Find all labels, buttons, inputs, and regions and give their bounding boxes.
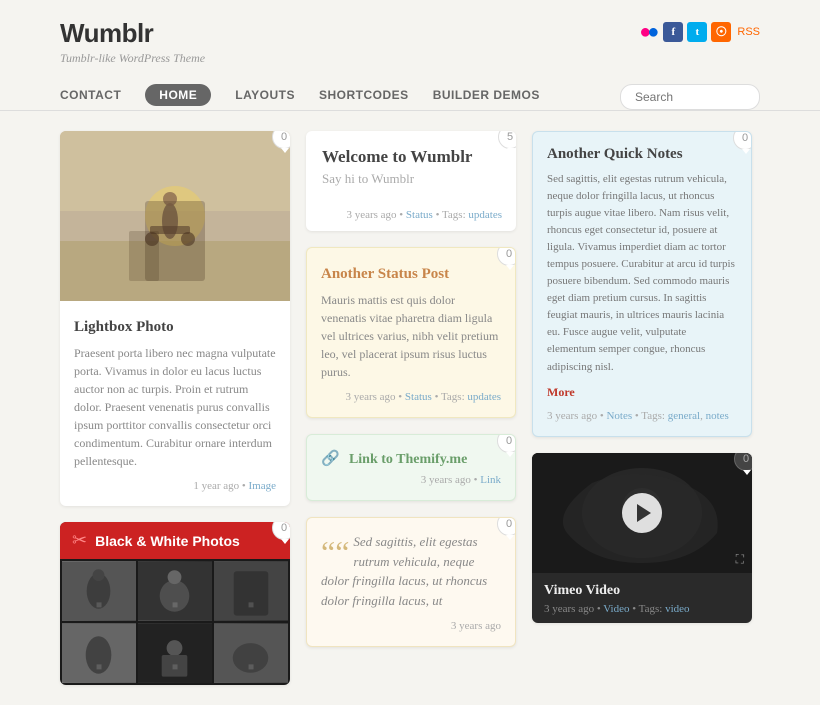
link-title-row: 🔗 Link to Themify.me	[321, 449, 501, 468]
play-triangle-icon	[637, 504, 651, 522]
notes-text: Sed sagittis, elit egestas rutrum vehicu…	[547, 171, 737, 376]
bw-thumb-5[interactable]	[138, 623, 212, 683]
welcome-updates-tag[interactable]: updates	[468, 209, 502, 221]
video-card: 0 ⛶ Vimeo Video 3 years ago • Video • Ta…	[532, 453, 752, 623]
nav-item-home[interactable]: HOME	[145, 84, 211, 106]
video-title: Vimeo Video	[532, 573, 752, 603]
link-content: 🔗 Link to Themify.me 3 years ago • Link	[307, 435, 515, 500]
quote-card: 0 ““ Sed sagittis, elit egestas rutrum v…	[306, 517, 516, 647]
nav-item-shortcodes[interactable]: SHORTCODES	[319, 84, 409, 110]
welcome-status-tag[interactable]: Status	[406, 209, 433, 221]
welcome-meta: 3 years ago • Status • Tags: updates	[346, 209, 502, 221]
notes-tag[interactable]: Notes	[606, 410, 632, 422]
column-2: 5 Welcome to Wumblr Say hi to Wumblr 3 y…	[306, 131, 516, 685]
facebook-icon[interactable]: f	[663, 22, 683, 42]
bw-thumb-2[interactable]	[138, 561, 212, 621]
quote-content: ““ Sed sagittis, elit egestas rutrum veh…	[307, 518, 515, 646]
video-video-tag[interactable]: video	[665, 603, 689, 615]
bw-thumb-3[interactable]	[214, 561, 288, 621]
expand-icon: ⛶	[736, 552, 744, 567]
notes-title: Another Quick Notes	[547, 146, 737, 163]
bw-photos-card: 0 ✂ Black & White Photos	[60, 522, 290, 685]
rss-label[interactable]: RSS	[737, 26, 760, 38]
twitter-icon[interactable]: t	[687, 22, 707, 42]
bw-thumb-1[interactable]	[62, 561, 136, 621]
lightbox-meta: 1 year ago • Image	[74, 480, 276, 492]
notes-general-tag[interactable]: general	[668, 410, 700, 422]
nav-item-layouts[interactable]: LAYOUTS	[235, 84, 295, 110]
social-icons-bar: ●● f t ☉ RSS	[639, 22, 760, 42]
lightbox-title: Lightbox Photo	[74, 319, 276, 336]
video-thumbnail[interactable]: ⛶	[532, 453, 752, 573]
quote-meta: 3 years ago	[321, 620, 501, 632]
header: Wumblr Tumblr-like WordPress Theme ●● f …	[0, 0, 820, 111]
link-title[interactable]: Link to Themify.me	[349, 452, 467, 467]
status-meta: 3 years ago • Status • Tags: updates	[321, 391, 501, 403]
site-tagline: Tumblr-like WordPress Theme	[60, 51, 205, 66]
welcome-card: 5 Welcome to Wumblr Say hi to Wumblr 3 y…	[306, 131, 516, 231]
site-title: Wumblr	[60, 18, 205, 49]
lightbox-photo	[60, 131, 290, 301]
status-content: Another Status Post Mauris mattis est qu…	[307, 248, 515, 417]
welcome-subtitle: Say hi to Wumblr	[322, 171, 500, 187]
notes-card: 0 Another Quick Notes Sed sagittis, elit…	[532, 131, 752, 437]
link-tag[interactable]: Link	[480, 474, 501, 486]
quote-mark-icon: ““	[321, 536, 349, 568]
notes-meta: 3 years ago • Notes • Tags: general, not…	[547, 410, 737, 422]
welcome-title: Welcome to Wumblr	[322, 147, 500, 167]
lightbox-content: Lightbox Photo Praesent porta libero nec…	[60, 301, 290, 506]
main-content: 0	[0, 111, 820, 705]
nav-item-builder-demos[interactable]: BUILDER DEMOS	[433, 84, 540, 110]
flickr-icon[interactable]: ●●	[639, 22, 659, 42]
status-updates-tag[interactable]: updates	[467, 391, 501, 403]
link-meta: 3 years ago • Link	[321, 474, 501, 486]
notes-content: Another Quick Notes Sed sagittis, elit e…	[533, 132, 751, 436]
link-chain-icon: 🔗	[321, 449, 340, 468]
play-button[interactable]	[622, 493, 662, 533]
search-input[interactable]	[620, 84, 760, 110]
bw-photo-grid	[60, 559, 290, 685]
welcome-content: Welcome to Wumblr Say hi to Wumblr 3 yea…	[306, 131, 516, 231]
status-tag[interactable]: Status	[405, 391, 432, 403]
status-title: Another Status Post	[321, 266, 501, 283]
bw-header: ✂ Black & White Photos	[60, 522, 290, 559]
main-nav: CONTACT HOME LAYOUTS SHORTCODES BUILDER …	[60, 74, 760, 110]
rss-icon[interactable]: ☉	[711, 22, 731, 42]
bw-thumb-6[interactable]	[214, 623, 288, 683]
video-tag[interactable]: Video	[603, 603, 629, 615]
lightbox-text: Praesent porta libero nec magna vulputat…	[74, 344, 276, 470]
column-3: 0 Another Quick Notes Sed sagittis, elit…	[532, 131, 752, 685]
quote-content-inner: ““ Sed sagittis, elit egestas rutrum veh…	[321, 532, 501, 610]
clip-icon: ✂	[72, 530, 87, 551]
column-1: 0	[60, 131, 290, 685]
site-branding: Wumblr Tumblr-like WordPress Theme	[60, 18, 205, 66]
lightbox-tag[interactable]: Image	[249, 480, 276, 492]
nav-item-contact[interactable]: CONTACT	[60, 84, 121, 110]
bw-title: Black & White Photos	[95, 533, 240, 549]
status-text: Mauris mattis est quis dolor venenatis v…	[321, 291, 501, 381]
video-meta: 3 years ago • Video • Tags: video	[532, 603, 752, 623]
notes-more-link[interactable]: More	[547, 385, 575, 399]
lightbox-photo-card: 0	[60, 131, 290, 506]
notes-notes-tag[interactable]: notes	[706, 410, 729, 422]
link-card: 0 🔗 Link to Themify.me 3 years ago • Lin…	[306, 434, 516, 501]
status-post-card: 0 Another Status Post Mauris mattis est …	[306, 247, 516, 418]
bw-thumb-4[interactable]	[62, 623, 136, 683]
